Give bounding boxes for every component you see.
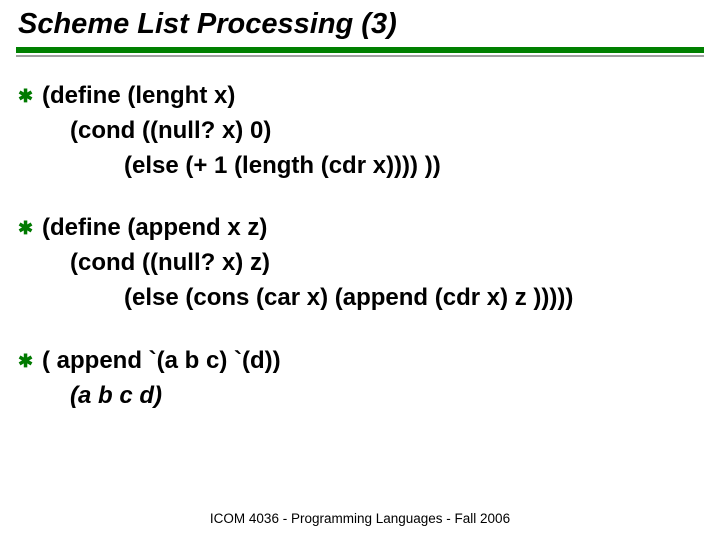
code-text: (define (append x z): [42, 211, 267, 246]
code-line: (else (cons (car x) (append (cdr x) z ))…: [18, 281, 704, 316]
code-line: (else (+ 1 (length (cdr x)))) )): [18, 149, 704, 184]
asterisk-icon: [18, 215, 42, 241]
result-text: (a b c d): [42, 379, 162, 414]
bullet-item: (define (lenght x) (cond ((null? x) 0) (…: [18, 79, 704, 183]
code-text: (cond ((null? x) z): [42, 246, 270, 281]
bullet-item: ( append `(a b c) `(d)) (a b c d): [18, 344, 704, 414]
asterisk-icon: [18, 348, 42, 374]
asterisk-icon: [18, 83, 42, 109]
code-text: (else (cons (car x) (append (cdr x) z ))…: [42, 281, 573, 316]
code-text: (cond ((null? x) 0): [42, 114, 271, 149]
code-line: (a b c d): [18, 379, 704, 414]
code-line: ( append `(a b c) `(d)): [18, 344, 704, 379]
code-line: (cond ((null? x) 0): [18, 114, 704, 149]
code-text: ( append `(a b c) `(d)): [42, 344, 281, 379]
bullet-item: (define (append x z) (cond ((null? x) z)…: [18, 211, 704, 315]
title-rule: [16, 47, 704, 53]
content-area: (define (lenght x) (cond ((null? x) 0) (…: [16, 79, 704, 413]
title-rule-shadow: [16, 55, 704, 57]
code-line: (define (lenght x): [18, 79, 704, 114]
slide-footer: ICOM 4036 - Programming Languages - Fall…: [0, 511, 720, 526]
slide-title: Scheme List Processing (3): [18, 8, 704, 41]
code-text: (else (+ 1 (length (cdr x)))) )): [42, 149, 441, 184]
slide: Scheme List Processing (3) (define (leng…: [0, 0, 720, 413]
code-line: (cond ((null? x) z): [18, 246, 704, 281]
code-text: (define (lenght x): [42, 79, 235, 114]
code-line: (define (append x z): [18, 211, 704, 246]
